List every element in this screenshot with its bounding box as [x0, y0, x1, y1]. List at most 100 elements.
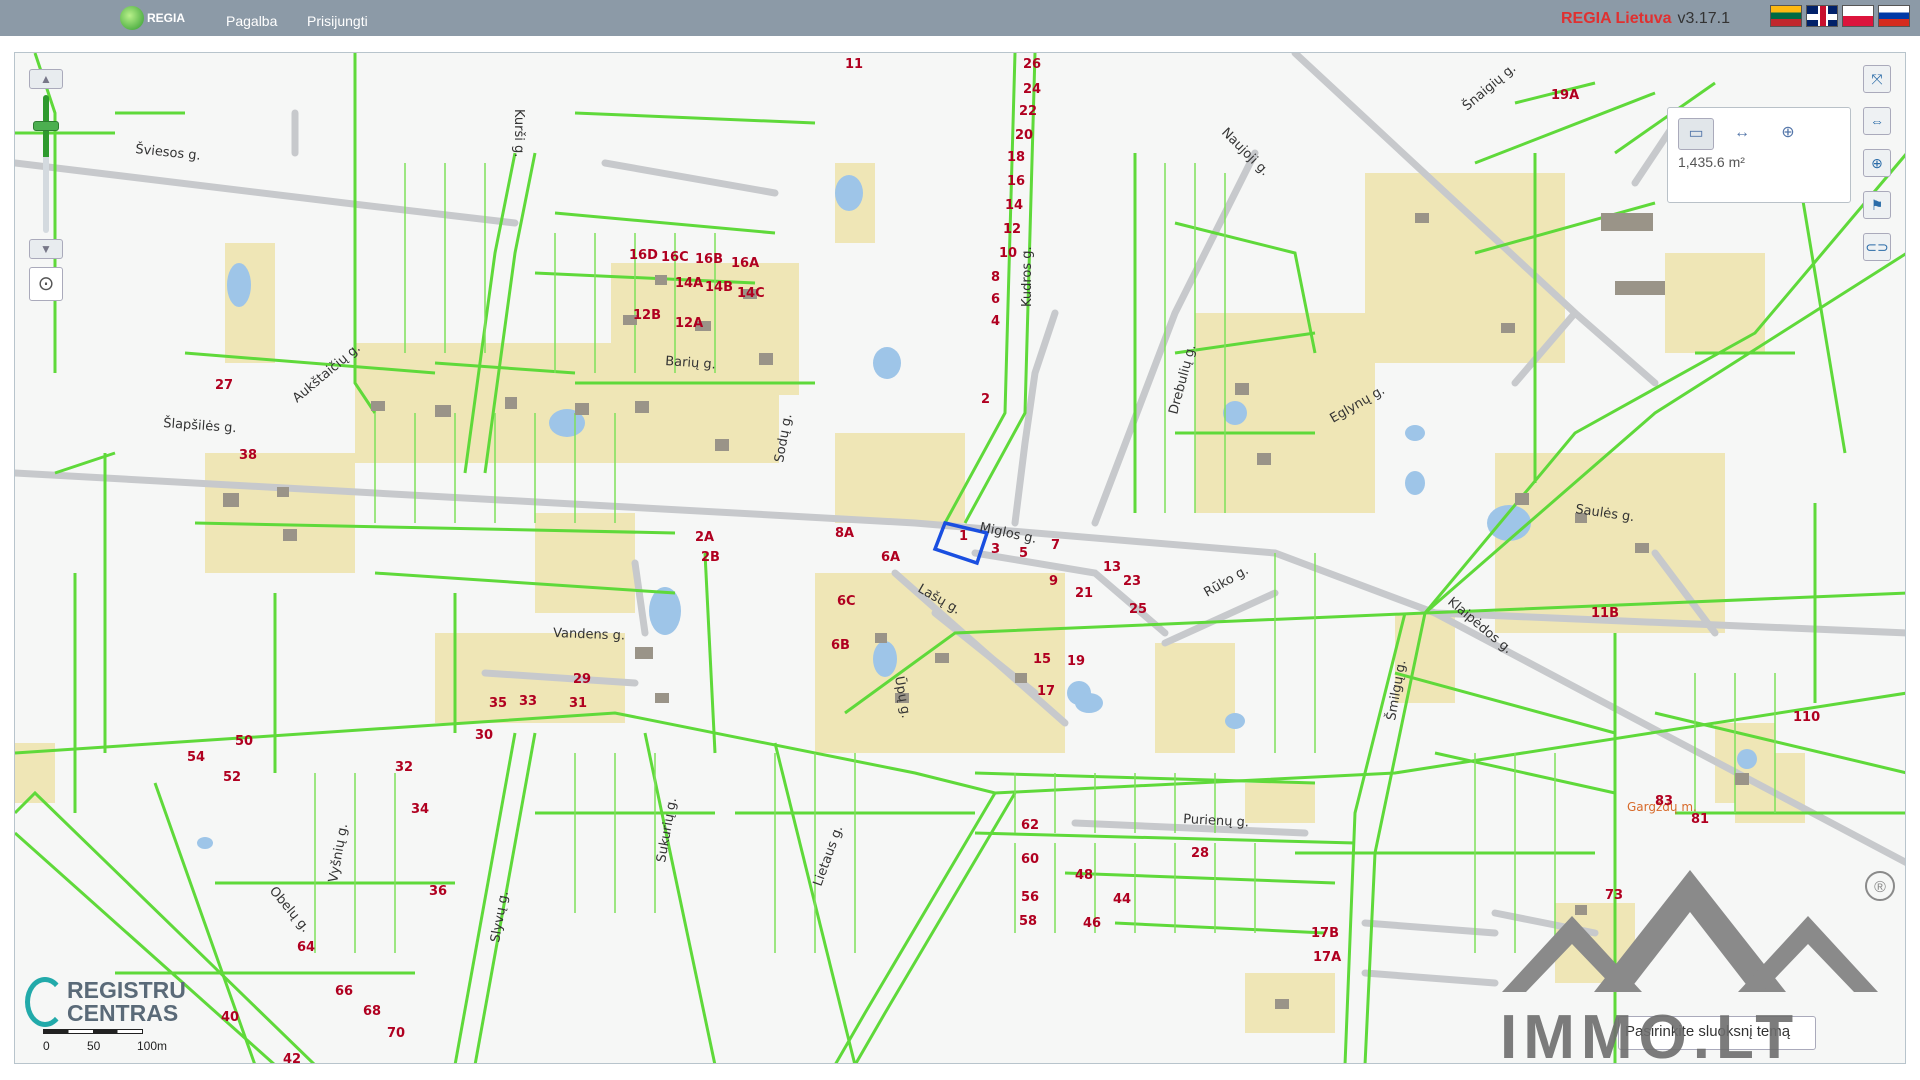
measurement-panel: ▭ ↔ ⊕ 1,435.6 m²: [1667, 107, 1851, 203]
distance-measure-icon[interactable]: ↔: [1724, 118, 1760, 150]
parcel-number: 21: [1075, 586, 1093, 601]
pl-flag-icon[interactable]: [1842, 5, 1874, 27]
parcel-number: 50: [235, 734, 253, 749]
parcel-number: 3: [991, 542, 1000, 557]
lt-flag-icon[interactable]: [1770, 5, 1802, 27]
parcel-number: 42: [283, 1052, 301, 1064]
parcel-number: 2A: [695, 530, 714, 545]
measure-icon[interactable]: ⇔: [1863, 107, 1891, 135]
parcel-number: 17A: [1313, 950, 1341, 965]
parcel-number: 62: [1021, 818, 1039, 833]
scale-label: 50: [87, 1039, 101, 1053]
ru-flag-icon[interactable]: [1878, 5, 1910, 27]
parcel-number: 64: [297, 940, 315, 955]
parcel-number: 9: [1049, 574, 1058, 589]
registru-centras-logo-icon: [25, 977, 65, 1027]
parcel-number: 16C: [661, 250, 689, 265]
parcel-number: 31: [569, 696, 587, 711]
link-icon[interactable]: ⊂⊃: [1863, 233, 1891, 261]
point-measure-icon[interactable]: ⊕: [1770, 118, 1806, 150]
parcel-number: 13: [1103, 560, 1121, 575]
parcel-number: 14B: [705, 280, 733, 295]
parcel-number: 54: [187, 750, 205, 765]
parcel-number: 26: [1023, 57, 1041, 72]
parcel-number: 10: [999, 246, 1017, 261]
registru-centras-logo: REGISTRU CENTRAS: [25, 977, 186, 1027]
language-switcher: [1770, 5, 1910, 27]
parcel-number: 17: [1037, 684, 1055, 699]
parcel-number: 23: [1123, 574, 1141, 589]
en-flag-icon[interactable]: [1806, 5, 1838, 27]
flag-icon[interactable]: ⚑: [1863, 191, 1891, 219]
street-label: Šlapšilės g.: [163, 415, 237, 436]
street-label: Miglos g.: [978, 520, 1038, 547]
parcel-number: 29: [573, 672, 591, 687]
registered-mark: ®: [1874, 879, 1886, 896]
nav-login-link[interactable]: Prisijungti: [307, 13, 368, 29]
street-label: Kurši g.: [511, 109, 526, 157]
street-label: Kudros g.: [1020, 246, 1035, 307]
area-measure-icon[interactable]: ▭: [1678, 118, 1714, 150]
parcel-number: 66: [335, 984, 353, 999]
parcel-number: 8: [991, 270, 1000, 285]
app-version: v3.17.1: [1677, 10, 1730, 27]
app-brand: REGIA Lietuva v3.17.1: [1561, 10, 1730, 28]
scale-label: 0: [43, 1039, 50, 1053]
parcel-number: 5: [1019, 546, 1028, 561]
parcel-number: 2: [981, 392, 990, 407]
parcel-number: 48: [1075, 868, 1093, 883]
parcel-number: 14A: [675, 276, 703, 291]
parcel-number: 46: [1083, 916, 1101, 931]
zoom-control: ▲ ▼: [29, 69, 63, 259]
parcel-number: 52: [223, 770, 241, 785]
regia-logo[interactable]: REGIA: [120, 6, 185, 30]
parcel-number: 35: [489, 696, 507, 711]
parcel-number: 6C: [837, 594, 856, 609]
fullscreen-icon[interactable]: ⤧: [1863, 65, 1891, 93]
parcel-number: 11: [845, 57, 863, 72]
street-label: Lietaus g.: [811, 824, 847, 889]
measurement-value: 1,435.6 m²: [1678, 154, 1745, 170]
street-label: Aukštaičių g.: [290, 341, 364, 406]
locate-icon[interactable]: ⊙: [29, 267, 63, 301]
parcel-number: 44: [1113, 892, 1131, 907]
parcel-number: 83: [1655, 794, 1673, 809]
immo-watermark-text: IMMO.LT: [1500, 1003, 1800, 1072]
parcel-number: 28: [1191, 846, 1209, 861]
parcel-number: 16B: [695, 252, 723, 267]
zoom-out-button[interactable]: ▼: [29, 239, 63, 259]
scale-label: 100m: [137, 1039, 168, 1053]
zoom-slider-handle[interactable]: [33, 121, 59, 131]
parcel-number: 34: [411, 802, 429, 817]
parcel-number: 16: [1007, 174, 1025, 189]
street-label: Šnaigių g.: [1459, 60, 1519, 114]
map-toolbar: ⤧ ⇔ ⊕ ⚑ ⊂⊃: [1863, 65, 1891, 261]
parcel-number: 14C: [737, 286, 765, 301]
parcel-number: 20: [1015, 128, 1033, 143]
nav-help-link[interactable]: Pagalba: [226, 13, 277, 29]
zoom-in-button[interactable]: ▲: [29, 69, 63, 89]
logo-line-2: CENTRAS: [67, 1000, 179, 1026]
parcel-number: 17B: [1311, 926, 1339, 941]
zoom-track[interactable]: [43, 95, 49, 233]
parcel-number: 58: [1019, 914, 1037, 929]
street-label: Vyšnių g.: [326, 822, 351, 883]
parcel-number: 110: [1793, 710, 1820, 725]
parcel-number: 4: [991, 314, 1000, 329]
parcel-number: 18: [1007, 150, 1025, 165]
xy-icon[interactable]: ⊕: [1863, 149, 1891, 177]
regia-logo-text: REGIA: [147, 11, 186, 25]
parcel-number: 11B: [1591, 606, 1619, 621]
top-bar: REGIA Pagalba Prisijungti REGIA Lietuva v…: [0, 0, 1920, 36]
parcel-number: 12: [1003, 222, 1021, 237]
parcel-number: 33: [519, 694, 537, 709]
parcel-number: 40: [221, 1010, 239, 1025]
parcel-number: 22: [1019, 104, 1037, 119]
parcel-number: 6: [991, 292, 1000, 307]
parcel-number: 81: [1691, 812, 1709, 827]
parcel-number: 2B: [701, 550, 720, 565]
parcel-number: 19A: [1551, 88, 1579, 103]
parcel-number: 38: [239, 448, 257, 463]
street-label: Obelų g.: [266, 884, 313, 936]
parcel-number: 8A: [835, 526, 854, 541]
